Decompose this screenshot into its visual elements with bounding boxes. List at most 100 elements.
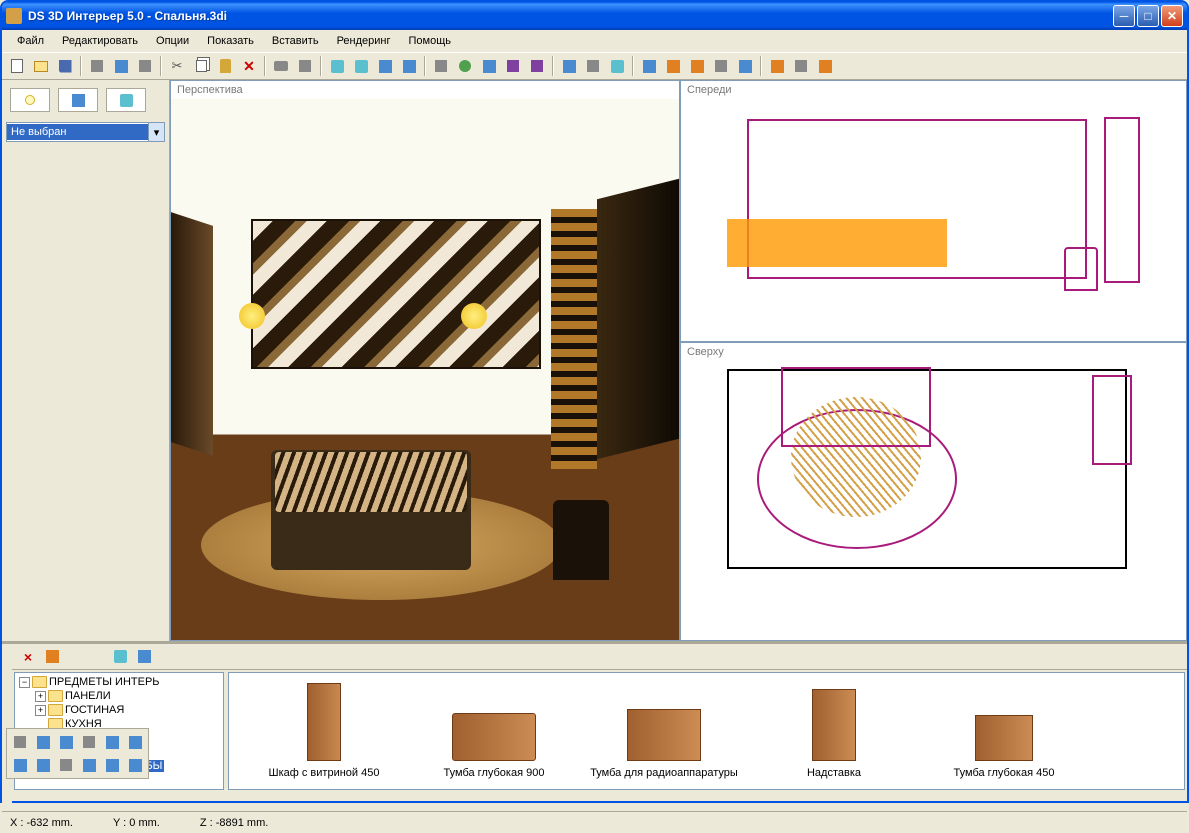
catalog-label: Надставка — [807, 767, 861, 779]
toolbar-save[interactable] — [54, 55, 76, 77]
toolbar-material3[interactable] — [374, 55, 396, 77]
menu-options[interactable]: Опции — [149, 32, 196, 50]
folder-icon — [32, 676, 47, 688]
toolbar-shape3[interactable] — [686, 55, 708, 77]
render-3d-scene — [171, 99, 679, 640]
tool-pan[interactable] — [78, 731, 100, 753]
tool-rotate[interactable] — [55, 731, 77, 753]
toolbar-shape1[interactable] — [638, 55, 660, 77]
btab-close[interactable]: × — [18, 647, 38, 667]
toolbar-light1[interactable] — [478, 55, 500, 77]
maximize-button[interactable]: □ — [1137, 5, 1159, 27]
toolbar-color[interactable] — [454, 55, 476, 77]
toolbar-cut[interactable]: ✂ — [166, 55, 188, 77]
tool-undo[interactable] — [9, 754, 31, 776]
viewport-top[interactable]: Сверху — [680, 342, 1187, 641]
tool-zoomin[interactable] — [101, 754, 123, 776]
catalog-label: Тумба глубокая 900 — [444, 767, 545, 779]
menu-help[interactable]: Помощь — [402, 32, 459, 50]
tool-zoom[interactable] — [101, 731, 123, 753]
toolbar-light2[interactable] — [502, 55, 524, 77]
catalog-label: Тумба глубокая 450 — [954, 767, 1055, 779]
main-toolbar: ✂ ✕ — [2, 52, 1187, 80]
close-button[interactable]: ✕ — [1161, 5, 1183, 27]
toolbar-open[interactable] — [30, 55, 52, 77]
catalog-item-3[interactable]: Надставка — [759, 683, 909, 779]
toolbar-delete[interactable]: ✕ — [238, 55, 260, 77]
tool-zoomfit[interactable] — [124, 731, 146, 753]
chevron-down-icon[interactable]: ▾ — [148, 123, 164, 141]
viewport-front[interactable]: Спереди — [680, 80, 1187, 342]
toolbar-camera[interactable] — [582, 55, 604, 77]
viewport-label-perspective: Перспектива — [171, 81, 249, 99]
toolbar-copy[interactable] — [190, 55, 212, 77]
toolbar-wall1[interactable] — [766, 55, 788, 77]
toolbar-shape5[interactable] — [734, 55, 756, 77]
catalog-item-4[interactable]: Тумба глубокая 450 — [929, 683, 1079, 779]
toolbar-new[interactable] — [6, 55, 28, 77]
panel-tab-object[interactable] — [106, 88, 146, 112]
view-toolbox — [6, 728, 149, 779]
menu-file[interactable]: Файл — [10, 32, 51, 50]
app-icon — [6, 8, 22, 24]
panel-tab-room[interactable] — [58, 88, 98, 112]
status-y: Y : 0 mm. — [113, 817, 160, 829]
catalog-item-2[interactable]: Тумба для радиоаппаратуры — [589, 683, 739, 779]
toolbar-render[interactable] — [606, 55, 628, 77]
statusbar: X : -632 mm. Y : 0 mm. Z : -8891 mm. — [2, 811, 1187, 833]
menu-edit[interactable]: Редактировать — [55, 32, 145, 50]
menu-insert[interactable]: Вставить — [265, 32, 326, 50]
selection-combo[interactable]: Не выбран ▾ — [6, 122, 165, 142]
toolbar-material2[interactable] — [350, 55, 372, 77]
top-view-scene — [687, 361, 1180, 634]
tool-zoomout[interactable] — [124, 754, 146, 776]
menubar: Файл Редактировать Опции Показать Встави… — [2, 30, 1187, 52]
catalog-panel: Шкаф с витриной 450 Тумба глубокая 900 Т… — [228, 672, 1185, 790]
tree-root[interactable]: − ПРЕДМЕТЫ ИНТЕРЬ — [17, 675, 221, 689]
btab-up[interactable] — [42, 647, 62, 667]
menu-show[interactable]: Показать — [200, 32, 261, 50]
window-title: DS 3D Интерьер 5.0 - Спальня.3di — [28, 9, 1113, 23]
toolbar-layout[interactable] — [398, 55, 420, 77]
toolbar-paste[interactable] — [214, 55, 236, 77]
combo-value: Не выбран — [7, 124, 148, 140]
tool-move[interactable] — [32, 731, 54, 753]
toolbar-doc[interactable] — [134, 55, 156, 77]
toolbar-texture[interactable] — [430, 55, 452, 77]
viewport-label-top: Сверху — [681, 343, 730, 361]
folder-icon — [48, 690, 63, 702]
btab-view2[interactable] — [134, 647, 154, 667]
left-panel: Не выбран ▾ — [2, 80, 170, 641]
toolbar-export[interactable] — [110, 55, 132, 77]
tool-redo[interactable] — [32, 754, 54, 776]
toolbar-grid[interactable] — [558, 55, 580, 77]
toolbar-wall2[interactable] — [790, 55, 812, 77]
toolbar-preview[interactable] — [294, 55, 316, 77]
catalog-label: Тумба для радиоаппаратуры — [590, 767, 738, 779]
menu-rendering[interactable]: Рендеринг — [330, 32, 398, 50]
viewport-label-front: Спереди — [681, 81, 738, 99]
catalog-item-1[interactable]: Тумба глубокая 900 — [419, 683, 569, 779]
tool-select[interactable] — [9, 731, 31, 753]
toolbar-print[interactable] — [270, 55, 292, 77]
window-titlebar: DS 3D Интерьер 5.0 - Спальня.3di ─ □ ✕ — [2, 2, 1187, 30]
panel-tab-light[interactable] — [10, 88, 50, 112]
toolbar-import[interactable] — [86, 55, 108, 77]
status-x: X : -632 mm. — [10, 817, 73, 829]
front-view-scene — [687, 99, 1180, 335]
tree-item-panels[interactable]: +ПАНЕЛИ — [33, 689, 221, 703]
toolbar-shape2[interactable] — [662, 55, 684, 77]
toolbar-wall3[interactable] — [814, 55, 836, 77]
bottom-tabbar: × — [12, 644, 1187, 670]
tool-walk[interactable] — [78, 754, 100, 776]
catalog-item-0[interactable]: Шкаф с витриной 450 — [249, 683, 399, 779]
toolbar-light3[interactable] — [526, 55, 548, 77]
tool-orbit[interactable] — [55, 754, 77, 776]
status-z: Z : -8891 mm. — [200, 817, 268, 829]
minimize-button[interactable]: ─ — [1113, 5, 1135, 27]
toolbar-shape4[interactable] — [710, 55, 732, 77]
tree-item-living[interactable]: +ГОСТИНАЯ — [33, 703, 221, 717]
btab-view1[interactable] — [110, 647, 130, 667]
viewport-perspective[interactable]: Перспектива — [170, 80, 680, 641]
toolbar-material1[interactable] — [326, 55, 348, 77]
